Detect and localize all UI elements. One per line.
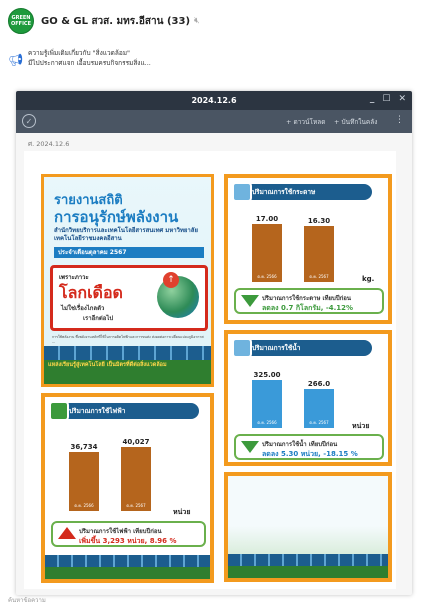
water-title-bar: ปริมาณการใช้น้ำ [232,338,372,358]
poster-body: การใช้พลังงาน ซึ่งพลังงานหลักที่ใช้ในการ… [52,335,204,344]
global-boiling-box: เพราะภาวะ โลกเดือด ไม่ใช่เรื่องไกลตัว เร… [50,265,208,331]
viewer-toolbar: ✓ + ดาวน์โหลด + บันทึกในคลัง ⋮ [16,110,412,133]
bar-value-label: 36,734 [70,443,98,452]
poster-footer-text: แหล่งเรียนรู้สู่เทคโนโลยี เป็นมิตรที่ดีต… [48,362,167,368]
paper-icon [232,182,252,202]
viewer-title-bar: 2024.12.6 _ ☐ ✕ [16,91,412,110]
hot-line1: ไม่ใช่เรื่องไกลตัว [61,305,105,312]
paper-usage-panel: ปริมาณการใช้กระดาษ 17.00 ต.ค. 2566 16.30 ต.… [224,174,392,324]
thermometer-icon: ↑ [163,272,179,288]
close-button[interactable]: ✕ [398,94,406,104]
paper-bar-chart: 17.00 ต.ค. 2566 16.30 ต.ค. 2567 [242,214,372,282]
water-usage-panel: ปริมาณการใช้น้ำ 325.00 ต.ค. 2566 266.0 ต.ค.… [224,330,392,466]
group-name[interactable]: GO & GL สวส. มทร.อีสาน (33) [41,14,190,29]
bar-value-label: 40,027 [122,438,150,446]
bar-category-label: ต.ค. 2566 [257,420,277,425]
bar-category-label: ต.ค. 2566 [74,503,94,508]
bar-value-label: 325.00 [253,371,281,379]
message-input[interactable]: ค้นหาข้อความ [8,595,46,605]
poster-footer: แหล่งเรียนรู้สู่เทคโนโลยี เป็นมิตรที่ดีต… [44,346,211,384]
download-button[interactable]: + ดาวน์โหลด [286,117,325,127]
electric-usage-panel: ปริมาณการใช้ไฟฟ้า 36,734 ต.ค. 2566 40,027 ต… [41,393,214,583]
chat-page: { "chat": { "group_name": "GO & GL สวส. … [0,0,424,605]
arrow-up-icon [58,527,76,539]
bar-category-label: ต.ค. 2567 [309,420,329,425]
chat-header: GREEN OFFICE GO & GL สวส. มทร.อีสาน (33)… [0,0,424,42]
bar-value-label: 266.0 [307,379,331,388]
water-bar-chart: 325.00 ต.ค. 2566 266.0 ต.ค. 2567 [242,370,372,428]
solar-panels-graphic [45,555,210,567]
group-avatar[interactable]: GREEN OFFICE [8,8,34,34]
announcement-line1: ความรู้เพิ่มเติมเกี่ยวกับ "สิ่งแวดล้อม" [28,49,131,57]
image-viewer-window: 2024.12.6 _ ☐ ✕ ✓ + ดาวน์โหลด + บันทึกใน… [16,91,412,595]
solar-panels-graphic [44,346,211,360]
select-check-icon[interactable]: ✓ [22,114,36,128]
paper-summary-line1: ปริมาณการใช้กระดาษ เทียบปีก่อน [262,295,352,302]
poster-main: รายงานสถิติ การอนุรักษ์พลังงาน สำนักวิทย… [41,174,214,387]
bar-category-label: ต.ค. 2566 [257,274,277,279]
electric-title: ปริมาณการใช้ไฟฟ้า [69,407,126,415]
lightning-icon [49,401,69,421]
more-options-icon[interactable]: ⋮ [395,115,404,125]
hot-line2: เราอีกต่อไป [83,315,114,322]
decorative-panel [224,472,392,582]
electric-summary-line1: ปริมาณการใช้ไฟฟ้า เทียบปีก่อน [79,528,162,535]
water-unit: หน่วย [352,422,370,430]
paper-title: ปริมาณการใช้กระดาษ [252,188,316,196]
electric-footer [45,567,210,579]
water-summary-line2: ลดลง 5.30 หน่วย, -18.15 % [262,450,358,458]
electric-bar-chart: 36,734 ต.ค. 2566 40,027 ต.ค. 2567 [59,437,189,511]
speaker-muted-icon: 🔇︎ [194,16,200,26]
water-drop-icon [232,338,252,358]
arrow-down-icon [241,441,259,453]
poster-subtitle: สำนักวิทยบริการและเทคโนโลยีสารสนเทศ มหาว… [54,227,198,242]
viewer-title: 2024.12.6 [191,96,237,105]
announcement-bar[interactable]: 📢︎ ความรู้เพิ่มเติมเกี่ยวกับ "สิ่งแวดล้อ… [8,48,408,78]
poster-title2: การอนุรักษ์พลังงาน [54,208,179,226]
water-summary-line1: ปริมาณการใช้น้ำ เทียบปีก่อน [262,441,338,448]
electric-summary-line2: เพิ่มขึ้น 3,293 หน่วย, 8.96 % [79,537,177,545]
bar-category-label: ต.ค. 2567 [309,274,329,279]
logo-line2: OFFICE [10,21,32,27]
megaphone-icon: 📢︎ [8,53,24,67]
water-title: ปริมาณการใช้น้ำ [252,344,301,352]
image-date-label: ศ. 2024.12.6 [28,140,70,148]
poster-month: ประจำเดือนตุลาคม 2567 [54,247,204,258]
bar-category-label: ต.ค. 2567 [126,503,146,508]
bar-value-label: 16.30 [307,217,331,226]
announcement-line2: มีไปประกาศแจก เอื้อบรมครบกิจกรรมสิ่งแ... [28,59,151,67]
save-to-keep-button[interactable]: + บันทึกในคลัง [334,117,377,127]
bar-value-label: 17.00 [255,215,279,223]
maximize-button[interactable]: ☐ [382,94,390,104]
paper-summary-line2: ลดลง 0.7 กิโลกรัม, -4.12% [262,304,354,312]
paper-summary: ปริมาณการใช้กระดาษ เทียบปีก่อน ลดลง 0.7 … [234,288,384,314]
arrow-down-icon [241,295,259,307]
electric-title-bar: ปริมาณการใช้ไฟฟ้า [49,401,199,421]
paper-title-bar: ปริมาณการใช้กระดาษ [232,182,372,202]
decor-footer [228,566,388,578]
water-summary: ปริมาณการใช้น้ำ เทียบปีก่อน ลดลง 5.30 หน… [234,434,384,460]
minimize-button[interactable]: _ [370,94,375,104]
electric-unit: หน่วย [173,508,191,516]
solar-panels-graphic [228,554,388,566]
electric-summary: ปริมาณการใช้ไฟฟ้า เทียบปีก่อน เพิ่มขึ้น … [51,521,206,547]
infographic-image[interactable]: รายงานสถิติ การอนุรักษ์พลังงาน สำนักวิทย… [24,151,396,589]
paper-unit: kg. [362,275,375,283]
